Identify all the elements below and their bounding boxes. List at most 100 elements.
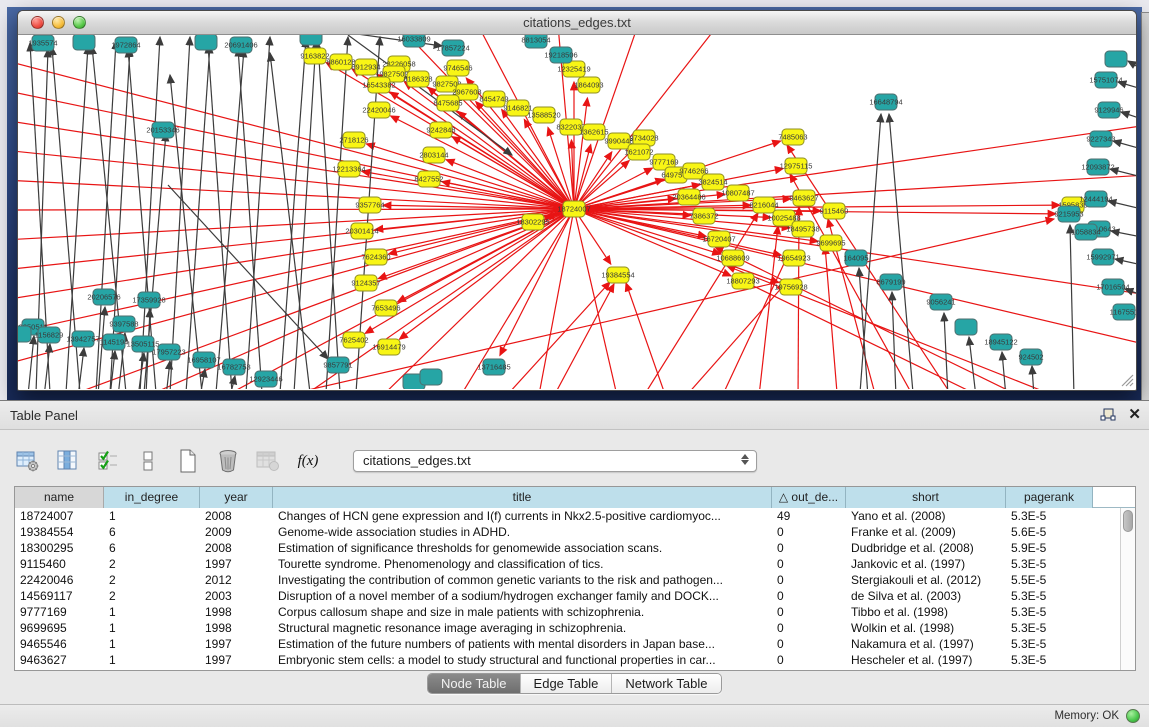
graph-node[interactable]: 15751074 — [1089, 72, 1122, 88]
table-row[interactable]: 1830029562008Estimation of significance … — [15, 540, 1135, 556]
table-row[interactable]: 2242004622012Investigating the contribut… — [15, 572, 1135, 588]
column-header-title[interactable]: title — [273, 487, 772, 508]
graph-node[interactable]: 7386372 — [689, 208, 718, 224]
graph-node[interactable]: 13716485 — [477, 359, 510, 375]
delete-table-icon[interactable] — [215, 449, 241, 473]
graph-node[interactable]: 12093872 — [1081, 159, 1114, 175]
graph-node[interactable]: 9397588 — [109, 316, 138, 332]
memory-status-indicator[interactable] — [1126, 709, 1140, 723]
show-columns-icon[interactable] — [55, 449, 81, 473]
column-header-in_degree[interactable]: in_degree — [104, 487, 200, 508]
graph-node[interactable]: 16914479 — [372, 339, 405, 355]
graph-node[interactable]: 1167551 — [1110, 304, 1136, 320]
tab-edge-table[interactable]: Edge Table — [520, 674, 612, 693]
column-header-short[interactable]: short — [846, 487, 1006, 508]
table-selector-dropdown[interactable]: citations_edges.txt — [353, 450, 757, 472]
column-header-pagerank[interactable]: pagerank — [1006, 487, 1093, 508]
graph-node[interactable]: 9242848 — [426, 122, 455, 138]
tab-network-table[interactable]: Network Table — [611, 674, 720, 693]
column-header-year[interactable]: year — [200, 487, 273, 508]
graph-node[interactable]: 20301414 — [345, 223, 378, 239]
graph-node[interactable]: 9357764 — [355, 197, 384, 213]
graph-node[interactable]: 16033809 — [397, 35, 430, 47]
table-row[interactable]: 911546021997Tourette syndrome. Phenomeno… — [15, 556, 1135, 572]
graph-node[interactable]: 1972864 — [111, 37, 140, 53]
graph-node[interactable] — [18, 326, 31, 342]
node-table[interactable]: namein_degreeyeartitle△ out_de...shortpa… — [14, 486, 1136, 671]
graph-node[interactable]: 13942757 — [66, 331, 99, 347]
graph-node[interactable]: 164095 — [843, 250, 868, 266]
network-view-window[interactable]: citations_edges.txt 91638228860128891293… — [17, 10, 1137, 391]
graph-node[interactable]: 7485063 — [778, 129, 807, 145]
table-row[interactable]: 969969511998Structural magnetic resonanc… — [15, 620, 1135, 636]
graph-node[interactable]: 18945122 — [984, 334, 1017, 350]
graph-node[interactable] — [73, 35, 95, 50]
window-titlebar[interactable]: citations_edges.txt — [18, 11, 1136, 35]
graph-node[interactable]: 16782753 — [217, 359, 250, 375]
table-row[interactable]: 1456911722003Disruption of a novel membe… — [15, 588, 1135, 604]
graph-node[interactable]: 15992971 — [1086, 249, 1119, 265]
graph-node[interactable]: 1864093 — [574, 77, 603, 93]
graph-node[interactable]: 9746546 — [443, 60, 472, 76]
graph-node[interactable]: 9163822 — [300, 48, 329, 64]
table-row[interactable]: 977716911998Corpus callosum shape and si… — [15, 604, 1135, 620]
graph-node[interactable]: 9056241 — [926, 294, 955, 310]
graph-node[interactable]: 8186328 — [403, 71, 432, 87]
graph-node[interactable]: 7625402 — [339, 332, 368, 348]
graph-node[interactable]: 8427552 — [414, 171, 443, 187]
graph-node[interactable]: 8475685 — [433, 95, 462, 111]
graph-node[interactable]: 2803144 — [419, 147, 448, 163]
graph-node[interactable]: 12213364 — [332, 161, 365, 177]
graph-node[interactable] — [195, 35, 217, 50]
network-graph[interactable]: 9163822886012889129342322605898275091654… — [18, 35, 1136, 389]
graph-node[interactable] — [300, 35, 322, 45]
graph-node[interactable]: 20691406 — [224, 37, 257, 53]
table-row[interactable]: 946362711997Embryonic stem cells: a mode… — [15, 652, 1135, 668]
graph-node[interactable]: 1156829 — [35, 327, 64, 343]
graph-node[interactable]: 924502 — [1018, 349, 1043, 365]
scrollbar-thumb[interactable] — [1123, 510, 1133, 532]
float-panel-icon[interactable] — [1100, 407, 1116, 423]
graph-node[interactable]: 1935574 — [28, 35, 57, 51]
new-table-icon[interactable] — [175, 449, 201, 473]
graph-node[interactable]: 1058834 — [1071, 224, 1100, 240]
table-row[interactable]: 1938455462009Genome-wide association stu… — [15, 524, 1135, 540]
graph-node[interactable] — [955, 319, 977, 335]
close-panel-icon[interactable]: ✕ — [1128, 406, 1141, 424]
table-body[interactable]: 1872400712008Changes of HCN gene express… — [15, 508, 1135, 668]
graph-node[interactable]: 9129946 — [1094, 102, 1123, 118]
table-header-row[interactable]: namein_degreeyeartitle△ out_de...shortpa… — [15, 487, 1135, 508]
graph-node[interactable]: 16648794 — [869, 94, 902, 110]
graph-node[interactable]: 9115460 — [820, 203, 849, 219]
graph-node[interactable]: 9857791 — [323, 357, 352, 373]
graph-node[interactable]: 16720407 — [702, 231, 735, 247]
window-resize-grip[interactable] — [1120, 373, 1134, 387]
graph-node[interactable]: 22420046 — [362, 102, 395, 118]
graph-node[interactable]: 12975115 — [780, 158, 813, 174]
graph-node[interactable]: 9227343 — [1086, 131, 1115, 147]
table-scrollbar[interactable] — [1120, 508, 1135, 670]
graph-nodes[interactable]: 9163822886012889129342322605898275091654… — [18, 35, 1136, 389]
graph-node[interactable]: 9215953 — [1054, 206, 1083, 222]
graph-node[interactable]: 9463627 — [789, 190, 818, 206]
network-canvas[interactable]: 9163822886012889129342322605898275091654… — [18, 35, 1136, 389]
graph-node[interactable]: 12923446 — [249, 371, 282, 387]
graph-node[interactable]: 7653496 — [371, 300, 400, 316]
column-header-name[interactable]: name — [15, 487, 104, 508]
graph-node[interactable]: 10688609 — [716, 250, 749, 266]
graph-node[interactable]: 7624360 — [361, 249, 390, 265]
select-columns-icon[interactable] — [95, 449, 121, 473]
graph-node[interactable]: 8679199 — [876, 274, 905, 290]
function-builder-icon[interactable]: f(x) — [295, 449, 321, 473]
graph-node[interactable]: 8912934 — [351, 59, 380, 75]
graph-node[interactable]: 9699695 — [816, 235, 845, 251]
table-row[interactable]: 946554611997Estimation of the future num… — [15, 636, 1135, 652]
table-row[interactable]: 1872400712008Changes of HCN gene express… — [15, 508, 1135, 524]
graph-node[interactable] — [420, 369, 442, 385]
graph-node[interactable] — [1105, 51, 1127, 67]
graph-node[interactable]: 8813054 — [521, 35, 550, 48]
row-merge-icon[interactable] — [135, 449, 161, 473]
column-header-out_de[interactable]: △ out_de... — [772, 487, 846, 508]
tab-node-table[interactable]: Node Table — [428, 674, 520, 693]
graph-node[interactable]: 1145194 — [100, 334, 129, 350]
